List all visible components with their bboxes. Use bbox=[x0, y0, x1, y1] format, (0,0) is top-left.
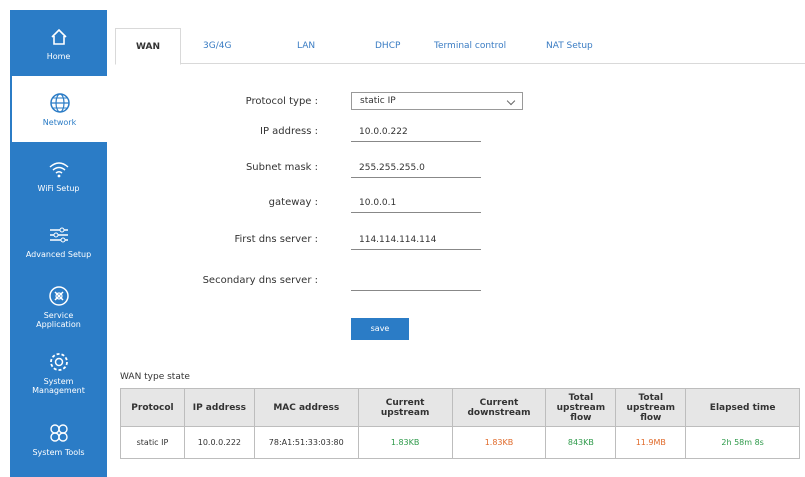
wan-state-table: Protocol IP address MAC address Current … bbox=[120, 388, 800, 459]
sidebar-item-label: Network bbox=[42, 117, 77, 127]
col-elapsed-time: Elapsed time bbox=[685, 388, 800, 427]
secondary-dns-label: Secondary dns server : bbox=[202, 275, 318, 286]
cell-elapsed-time: 2h 58m 8s bbox=[685, 426, 800, 459]
sidebar-item-label: WiFi Setup bbox=[37, 183, 80, 193]
tab-3g-4g[interactable]: 3G/4G bbox=[203, 28, 231, 64]
globe-icon bbox=[49, 92, 71, 114]
home-icon bbox=[48, 26, 70, 48]
chevron-down-icon bbox=[506, 96, 516, 106]
wifi-icon bbox=[48, 158, 70, 180]
first-dns-field[interactable]: 114.114.114.114 bbox=[351, 230, 481, 250]
ip-address-label: IP address : bbox=[260, 126, 318, 137]
cell-mac-address: 78:A1:51:33:03:80 bbox=[253, 426, 359, 459]
sidebar-item-wifi-setup[interactable]: WiFi Setup bbox=[10, 142, 107, 208]
sidebar-item-label: Advanced Setup bbox=[25, 249, 92, 259]
tools-icon bbox=[48, 422, 70, 444]
tab-terminal-control[interactable]: Terminal control bbox=[434, 28, 506, 64]
subnet-mask-label: Subnet mask : bbox=[245, 162, 318, 173]
table-row: static IP 10.0.0.222 78:A1:51:33:03:80 1… bbox=[120, 426, 800, 459]
sidebar-item-system-management[interactable]: System Management bbox=[10, 340, 107, 406]
cell-current-downstream: 1.83KB bbox=[451, 426, 547, 459]
sliders-icon bbox=[48, 224, 70, 246]
tab-bar: WAN 3G/4G LAN DHCP Terminal control NAT … bbox=[115, 28, 805, 65]
protocol-type-label: Protocol type : bbox=[245, 96, 318, 107]
sidebar-item-network[interactable]: Network bbox=[12, 76, 107, 142]
gateway-field[interactable]: 10.0.0.1 bbox=[351, 193, 481, 213]
sidebar-item-label: System Management bbox=[32, 377, 85, 395]
save-button[interactable]: save bbox=[351, 318, 409, 340]
sidebar-item-system-tools[interactable]: System Tools bbox=[10, 406, 107, 472]
sidebar-item-advanced-setup[interactable]: Advanced Setup bbox=[10, 208, 107, 274]
sidebar: Home Network WiFi Setup Advanced Setup S… bbox=[10, 10, 107, 477]
gear-icon bbox=[48, 351, 70, 373]
service-icon bbox=[48, 285, 70, 307]
sidebar-item-service-application[interactable]: Service Application bbox=[10, 274, 107, 340]
subnet-mask-field[interactable]: 255.255.255.0 bbox=[351, 158, 481, 178]
sidebar-item-home[interactable]: Home bbox=[10, 10, 107, 76]
protocol-type-value: static IP bbox=[360, 96, 396, 106]
sidebar-item-label: System Tools bbox=[32, 447, 85, 457]
protocol-type-select[interactable]: static IP bbox=[351, 92, 523, 110]
tab-dhcp[interactable]: DHCP bbox=[375, 28, 400, 64]
col-current-upstream: Current upstream bbox=[357, 388, 453, 427]
ip-address-field[interactable]: 10.0.0.222 bbox=[351, 122, 481, 142]
col-ip-address: IP address bbox=[183, 388, 255, 427]
col-total-upstream-flow-2: Total upstream flow bbox=[615, 388, 687, 427]
tab-lan[interactable]: LAN bbox=[297, 28, 315, 64]
tab-nat-setup[interactable]: NAT Setup bbox=[546, 28, 593, 64]
gateway-label: gateway : bbox=[268, 197, 318, 208]
col-mac-address: MAC address bbox=[253, 388, 359, 427]
sidebar-item-label: Service Application bbox=[36, 311, 81, 329]
wan-state-title: WAN type state bbox=[120, 372, 190, 382]
cell-ip-address: 10.0.0.222 bbox=[183, 426, 255, 459]
cell-protocol: static IP bbox=[120, 426, 185, 459]
cell-total-upstream-flow: 843KB bbox=[545, 426, 617, 459]
col-current-downstream: Current downstream bbox=[451, 388, 547, 427]
first-dns-label: First dns server : bbox=[234, 234, 318, 245]
col-protocol: Protocol bbox=[120, 388, 185, 427]
table-header-row: Protocol IP address MAC address Current … bbox=[120, 388, 800, 427]
cell-current-upstream: 1.83KB bbox=[357, 426, 453, 459]
secondary-dns-field[interactable] bbox=[351, 271, 481, 291]
col-total-upstream-flow: Total upstream flow bbox=[545, 388, 617, 427]
cell-total-upstream-flow-2: 11.9MB bbox=[615, 426, 687, 459]
tab-wan[interactable]: WAN bbox=[115, 28, 181, 65]
sidebar-item-label: Home bbox=[46, 51, 71, 61]
